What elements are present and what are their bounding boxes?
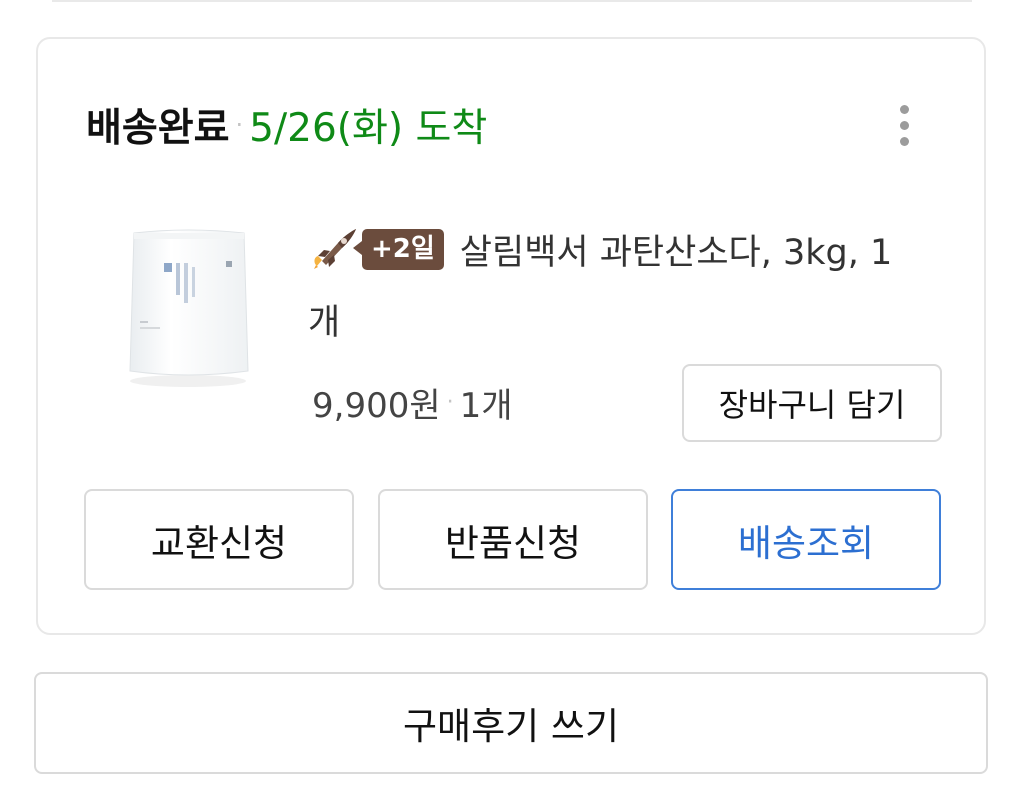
product-image[interactable] bbox=[116, 221, 266, 391]
delivery-status-row: 배송완료 · 5/26(화) 도착 bbox=[86, 95, 487, 155]
more-dot bbox=[899, 136, 909, 146]
return-request-button[interactable]: 반품신청 bbox=[378, 489, 648, 590]
more-dot bbox=[899, 120, 909, 130]
more-options-icon[interactable] bbox=[886, 95, 922, 155]
separator-dot: · bbox=[235, 111, 244, 139]
write-review-button[interactable]: 구매후기 쓰기 bbox=[34, 672, 988, 774]
track-delivery-button[interactable]: 배송조회 bbox=[671, 489, 941, 590]
more-dot bbox=[899, 104, 909, 114]
add-to-cart-button[interactable]: 장바구니 담기 bbox=[682, 364, 942, 442]
arrival-date: 5/26(화) 도착 bbox=[249, 106, 488, 151]
product-title: 살림백서 과탄산소다, 3kg, 1 bbox=[459, 232, 893, 273]
product-quantity: 1개 bbox=[459, 385, 513, 426]
product-title-line1[interactable]: +2일 살림백서 과탄산소다, 3kg, 1 bbox=[308, 219, 948, 279]
delivery-badge: +2일 bbox=[353, 228, 444, 270]
top-divider bbox=[52, 0, 972, 2]
order-card: 배송완료 · 5/26(화) 도착 +2일 살림백서 과탄산소다, 3kg, 1… bbox=[36, 37, 986, 635]
price-row: 9,900원 · 1개 bbox=[312, 377, 513, 427]
product-price: 9,900원 bbox=[312, 385, 441, 426]
exchange-request-button[interactable]: 교환신청 bbox=[84, 489, 354, 590]
product-title-line2[interactable]: 개 bbox=[308, 294, 948, 344]
delivery-status: 배송완료 bbox=[86, 106, 230, 151]
separator-dot: · bbox=[446, 389, 454, 415]
